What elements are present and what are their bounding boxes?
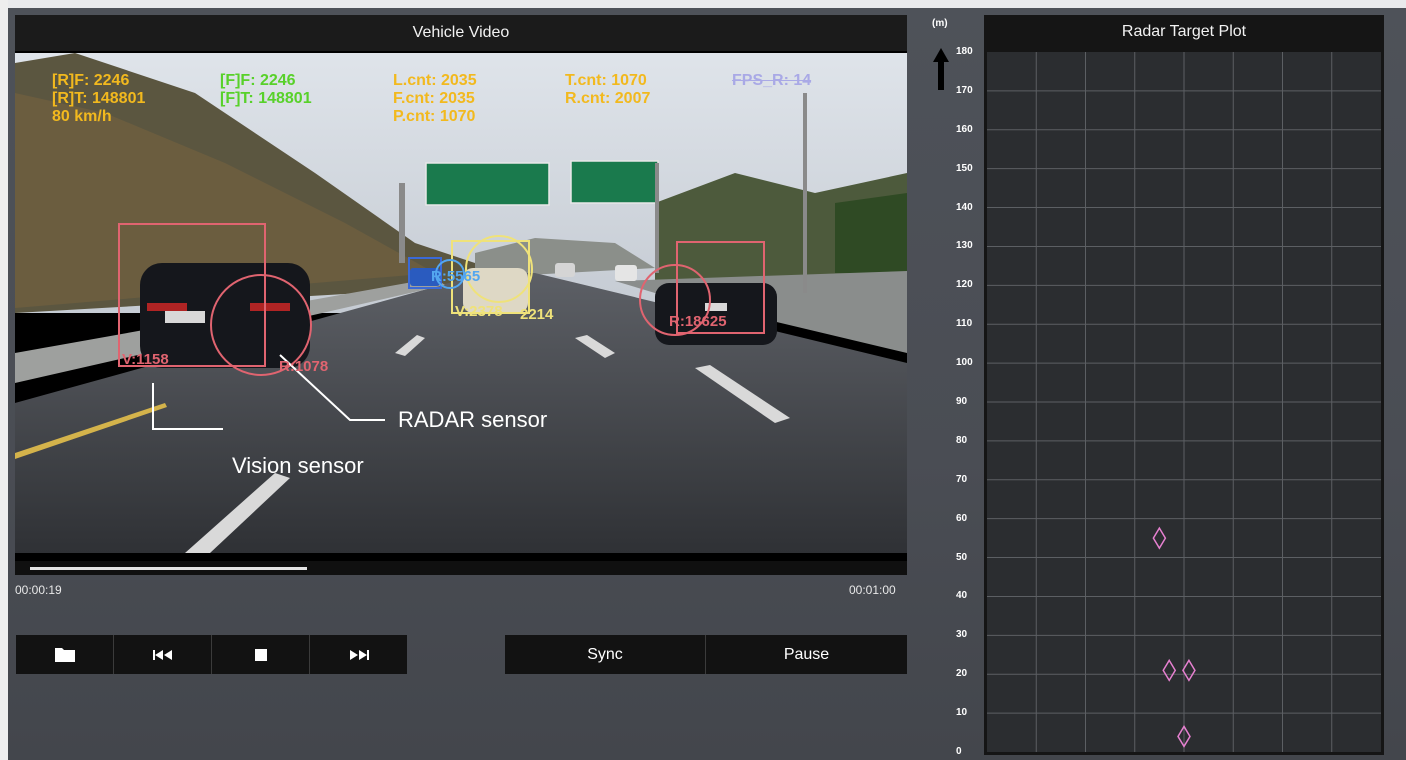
radar-target-plot[interactable] bbox=[987, 52, 1381, 752]
window-left-strip bbox=[0, 0, 8, 760]
current-time: 00:00:19 bbox=[15, 583, 62, 597]
stop-icon bbox=[254, 648, 267, 661]
radar-y-tick-label: 160 bbox=[956, 124, 973, 135]
stop-button[interactable] bbox=[212, 635, 310, 674]
video-panel-title: Vehicle Video bbox=[15, 15, 907, 51]
radar-y-tick-label: 60 bbox=[956, 513, 968, 524]
vision-distance-center: V:2378 bbox=[455, 303, 503, 320]
f-count: F.cnt: 2035 bbox=[393, 90, 475, 107]
radar-y-tick-label: 170 bbox=[956, 85, 973, 96]
radar-y-tick-label: 0 bbox=[956, 746, 962, 757]
radar-distance-left: R:1078 bbox=[279, 358, 329, 375]
radar-y-tick-label: 180 bbox=[956, 46, 973, 57]
radar-y-tick-label: 10 bbox=[956, 707, 968, 718]
open-file-button[interactable] bbox=[16, 635, 114, 674]
radar-distance-far: R:5565 bbox=[431, 268, 481, 285]
radar-y-tick-label: 120 bbox=[956, 279, 973, 290]
direction-up-arrow-icon bbox=[933, 48, 949, 90]
radar-distance-right: R:18625 bbox=[669, 313, 727, 330]
next-button[interactable] bbox=[310, 635, 407, 674]
video-frame[interactable]: [R]F: 2246 [R]T: 148801 80 km/h [F]F: 22… bbox=[15, 53, 907, 553]
fps-readout: FPS_R: 14 bbox=[732, 72, 812, 89]
rear-frame-count: [R]F: 2246 bbox=[52, 72, 130, 89]
skip-back-icon bbox=[152, 649, 172, 660]
t-count: T.cnt: 1070 bbox=[565, 72, 647, 89]
video-progress-bar[interactable] bbox=[15, 561, 907, 575]
radar-y-tick-label: 150 bbox=[956, 163, 973, 174]
radar-target-panel: Radar Target Plot bbox=[984, 15, 1384, 755]
playback-controls bbox=[16, 635, 407, 674]
vehicle-video-panel: Vehicle Video [R]F: 2246 [R]T: 148801 80… bbox=[15, 15, 907, 575]
radar-y-tick-label: 130 bbox=[956, 240, 973, 251]
sync-controls: Sync Pause bbox=[505, 635, 907, 674]
front-frame-count: [F]F: 2246 bbox=[220, 72, 296, 89]
radar-y-tick-label: 100 bbox=[956, 357, 973, 368]
radar-y-tick-label: 50 bbox=[956, 552, 968, 563]
r-count: R.cnt: 2007 bbox=[565, 90, 651, 107]
rear-timestamp: [R]T: 148801 bbox=[52, 90, 146, 107]
vision-sensor-annotation: Vision sensor bbox=[232, 453, 364, 478]
radar-sensor-annotation: RADAR sensor bbox=[398, 407, 548, 432]
total-time: 00:01:00 bbox=[849, 583, 896, 597]
radar-y-tick-label: 110 bbox=[956, 318, 973, 329]
radar-y-tick-label: 40 bbox=[956, 590, 968, 601]
front-timestamp: [F]T: 148801 bbox=[220, 90, 312, 107]
radar-y-tick-label: 70 bbox=[956, 474, 968, 485]
video-progress-fill bbox=[30, 567, 307, 570]
p-count: P.cnt: 1070 bbox=[393, 108, 476, 125]
vision-distance-left: V:1158 bbox=[122, 351, 169, 368]
skip-forward-icon bbox=[349, 649, 369, 660]
radar-y-tick-label: 80 bbox=[956, 435, 968, 446]
previous-button[interactable] bbox=[114, 635, 212, 674]
radar-y-tick-label: 20 bbox=[956, 668, 968, 679]
pause-button[interactable]: Pause bbox=[706, 635, 907, 674]
sync-button[interactable]: Sync bbox=[505, 635, 706, 674]
radar-unit-label: (m) bbox=[932, 18, 948, 29]
radar-y-tick-label: 30 bbox=[956, 629, 968, 640]
radar-panel-title: Radar Target Plot bbox=[1121, 23, 1247, 40]
folder-icon bbox=[54, 647, 75, 662]
radar-y-tick-label: 140 bbox=[956, 202, 973, 213]
l-count: L.cnt: 2035 bbox=[393, 72, 477, 89]
radar-y-tick-label: 90 bbox=[956, 396, 968, 407]
center-extra-value: 2214 bbox=[520, 306, 554, 323]
vehicle-speed: 80 km/h bbox=[52, 108, 112, 125]
window-top-strip bbox=[0, 0, 1406, 8]
